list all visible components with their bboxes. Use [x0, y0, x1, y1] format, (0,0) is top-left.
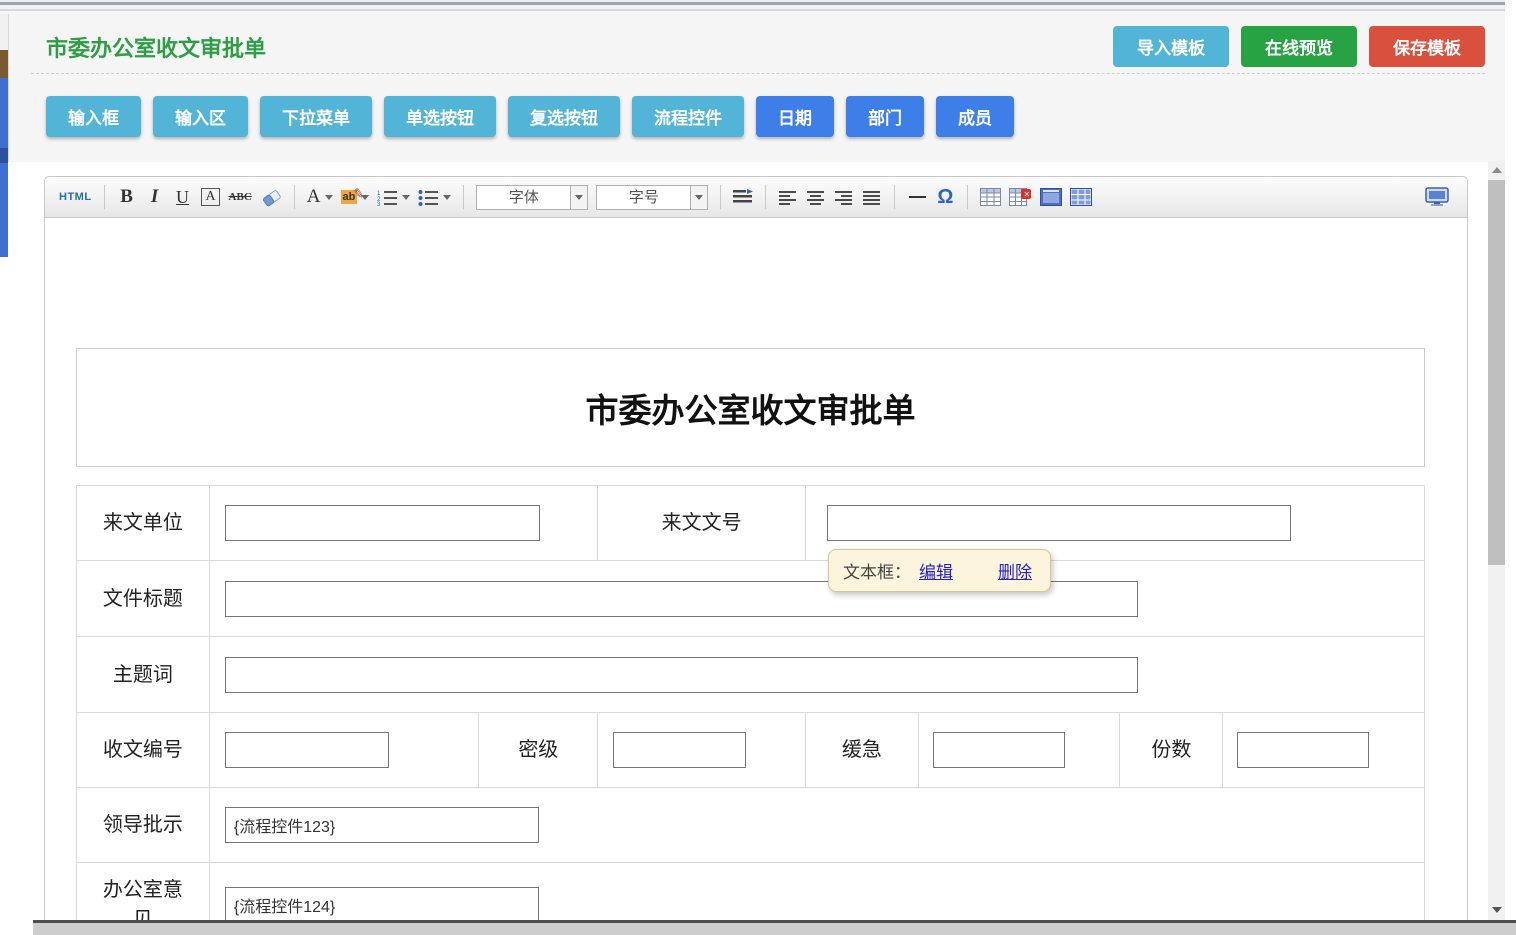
control-member-button[interactable]: 成员 — [936, 96, 1014, 137]
remove-format-eraser-icon[interactable] — [260, 184, 282, 210]
doc-number-input[interactable] — [827, 505, 1291, 541]
urgency-label: 缓急 — [806, 713, 919, 787]
table-properties-icon[interactable] — [1040, 184, 1062, 210]
header-actions: 导入模板 在线预览 保存模板 — [1113, 26, 1485, 67]
control-department-button[interactable]: 部门 — [846, 96, 924, 137]
online-preview-button[interactable]: 在线预览 — [1241, 26, 1357, 67]
highlight-color-icon[interactable]: ab✎ — [341, 184, 370, 210]
toolbar-separator — [463, 185, 464, 209]
vertical-scrollbar[interactable] — [1488, 161, 1505, 920]
copies-input[interactable] — [1237, 732, 1369, 768]
justify-icon[interactable] — [862, 184, 882, 210]
italic-icon[interactable]: I — [145, 184, 165, 210]
edit-link[interactable]: 编辑 — [919, 558, 953, 583]
leader-remark-input[interactable] — [225, 807, 539, 843]
font-family-select[interactable]: 字体 — [476, 185, 588, 210]
underline-icon[interactable]: U — [173, 184, 193, 210]
cell-properties-icon[interactable] — [1070, 184, 1092, 210]
doc-title-label: 文件标题 — [77, 561, 210, 636]
scrollbar-thumb[interactable] — [1488, 180, 1505, 565]
strikethrough-icon[interactable]: ABC — [229, 184, 252, 210]
table-row: 来文单位 来文文号 — [77, 486, 1424, 561]
svg-text:3: 3 — [377, 202, 381, 206]
delete-link[interactable]: 删除 — [998, 558, 1032, 583]
editor-canvas[interactable]: 市委办公室收文审批单 来文单位 来文文号 文件标题 主题词 收文编号 — [45, 218, 1467, 935]
form-title: 市委办公室收文审批单 — [76, 348, 1425, 467]
horizontal-rule-icon[interactable] — [907, 184, 927, 210]
control-checkbox-button[interactable]: 复选按钮 — [508, 96, 620, 137]
font-border-icon[interactable]: A — [201, 188, 219, 206]
table-row: 主题词 — [77, 637, 1424, 713]
header: 市委办公室收文审批单 导入模板 在线预览 保存模板 输入框 输入区 下拉菜单 单… — [8, 14, 1505, 162]
background-window-sliver — [0, 50, 8, 78]
background-window-sliver — [0, 163, 8, 257]
scroll-down-icon[interactable] — [1488, 901, 1505, 918]
control-dropdown-button[interactable]: 下拉菜单 — [260, 96, 372, 137]
toolbar-separator — [294, 185, 295, 209]
toolbar-separator — [104, 185, 105, 209]
background-window-sliver — [0, 14, 8, 50]
control-buttons-row: 输入框 输入区 下拉菜单 单选按钮 复选按钮 流程控件 日期 部门 成员 — [46, 96, 1505, 137]
control-flow-widget-button[interactable]: 流程控件 — [632, 96, 744, 137]
urgency-input[interactable] — [933, 732, 1065, 768]
header-title-bar: 市委办公室收文审批单 导入模板 在线预览 保存模板 — [31, 14, 1485, 74]
source-code-icon[interactable]: HTML — [59, 184, 92, 210]
window-top-edge — [0, 0, 1505, 14]
toolbar-separator — [967, 185, 968, 209]
control-radio-button[interactable]: 单选按钮 — [384, 96, 496, 137]
source-unit-input[interactable] — [225, 505, 540, 541]
receive-number-input[interactable] — [225, 732, 389, 768]
table-row: 领导批示 — [77, 788, 1424, 863]
bold-icon[interactable]: B — [117, 184, 137, 210]
import-template-button[interactable]: 导入模板 — [1113, 26, 1229, 67]
source-unit-label: 来文单位 — [77, 486, 210, 560]
background-window-sliver — [0, 148, 8, 163]
subject-label: 主题词 — [77, 637, 210, 712]
fullscreen-icon[interactable] — [1425, 184, 1449, 210]
doc-number-label: 来文文号 — [598, 486, 806, 560]
toolbar-separator — [765, 185, 766, 209]
special-character-icon[interactable]: Ω — [935, 184, 955, 210]
save-template-button[interactable]: 保存模板 — [1369, 26, 1485, 67]
copies-label: 份数 — [1120, 713, 1223, 787]
tooltip-label: 文本框： — [843, 558, 911, 583]
chevron-down-icon[interactable] — [690, 186, 707, 209]
subject-input[interactable] — [225, 657, 1138, 693]
ordered-list-icon[interactable]: 1 2 3 — [377, 184, 410, 210]
font-color-icon[interactable]: A — [307, 184, 333, 210]
leader-remark-label: 领导批示 — [77, 788, 210, 862]
editor-toolbar: HTML B I U A ABC A ab✎ 1 2 3 — [45, 177, 1467, 218]
font-size-select[interactable]: 字号 — [596, 185, 708, 210]
indent-icon[interactable] — [733, 184, 753, 210]
window-bottom-edge — [33, 920, 1516, 935]
control-textarea-button[interactable]: 输入区 — [153, 96, 248, 137]
control-date-button[interactable]: 日期 — [756, 96, 834, 137]
table-row: 文件标题 — [77, 561, 1424, 637]
table-row: 收文编号 密级 缓急 份数 — [77, 713, 1424, 788]
svg-text:✕: ✕ — [1024, 190, 1031, 199]
toolbar-separator — [720, 185, 721, 209]
rich-text-editor: HTML B I U A ABC A ab✎ 1 2 3 — [44, 176, 1468, 935]
page-title: 市委办公室收文审批单 — [46, 31, 266, 63]
textbox-context-tooltip: 文本框： 编辑 删除 — [828, 549, 1051, 592]
secret-level-label: 密级 — [479, 713, 598, 787]
toolbar-separator — [894, 185, 895, 209]
office-opinion-input[interactable] — [225, 887, 539, 923]
align-center-icon[interactable] — [806, 184, 826, 210]
align-right-icon[interactable] — [834, 184, 854, 210]
scroll-up-icon[interactable] — [1488, 161, 1505, 178]
delete-table-icon[interactable]: ✕ — [1009, 184, 1032, 210]
control-input-box-button[interactable]: 输入框 — [46, 96, 141, 137]
unordered-list-icon[interactable] — [418, 184, 451, 210]
align-left-icon[interactable] — [778, 184, 798, 210]
form-table: 来文单位 来文文号 文件标题 主题词 收文编号 密级 缓急 — [76, 485, 1425, 935]
insert-table-icon[interactable] — [980, 184, 1001, 210]
receive-number-label: 收文编号 — [77, 713, 210, 787]
secret-level-input[interactable] — [613, 732, 746, 768]
chevron-down-icon[interactable] — [570, 186, 587, 209]
background-window-sliver — [0, 78, 8, 148]
